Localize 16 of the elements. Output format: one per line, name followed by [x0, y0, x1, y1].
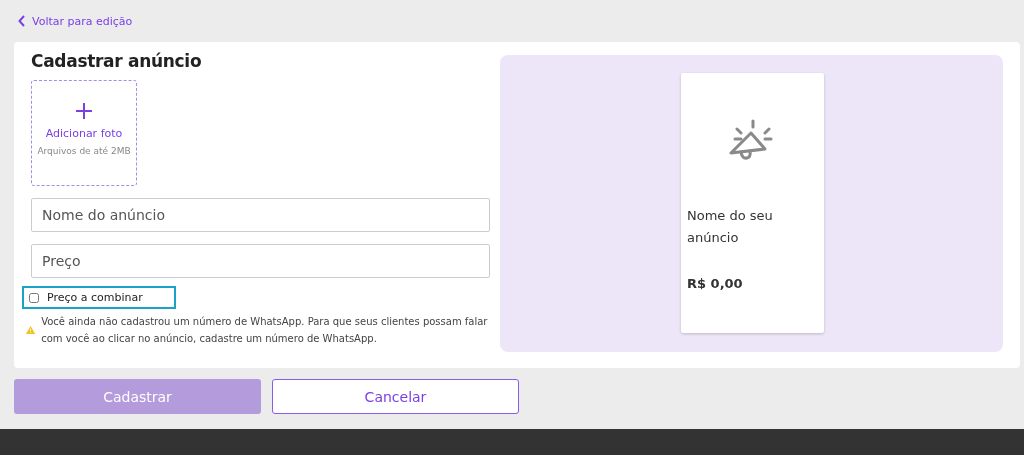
- input-field[interactable]: Nome do anúncio: [31, 198, 490, 232]
- price-negotiable-checkbox[interactable]: Preço a combinar: [22, 286, 176, 309]
- warning-message: Você ainda não cadastrou um número de WhatsApp. Para que seus clientes possam falar com você ao clicar no anúncio, cadastre um número de WhatsApp.: [41, 315, 489, 346]
- ad-name: Nome do seu anúncio: [687, 207, 774, 247]
- photo-upload[interactable]: Adicionar foto Arquivos de até 2MB: [31, 80, 137, 186]
- back-link[interactable]: Voltar para edição: [18, 14, 133, 28]
- input-field[interactable]: Preço: [31, 244, 490, 278]
- cancel-button[interactable]: Cancelar: [272, 379, 519, 414]
- form-title: Cadastrar anúncio: [31, 51, 203, 71]
- upload-label: Adicionar foto: [45, 127, 123, 140]
- ad-price: R$ 0,00: [687, 276, 744, 291]
- chevron-left-icon: [18, 15, 26, 27]
- warning-icon: [26, 323, 36, 337]
- checkbox[interactable]: [29, 292, 39, 303]
- plus-icon: [76, 103, 92, 119]
- upload-hint: Arquivos de até 2MB: [37, 146, 131, 156]
